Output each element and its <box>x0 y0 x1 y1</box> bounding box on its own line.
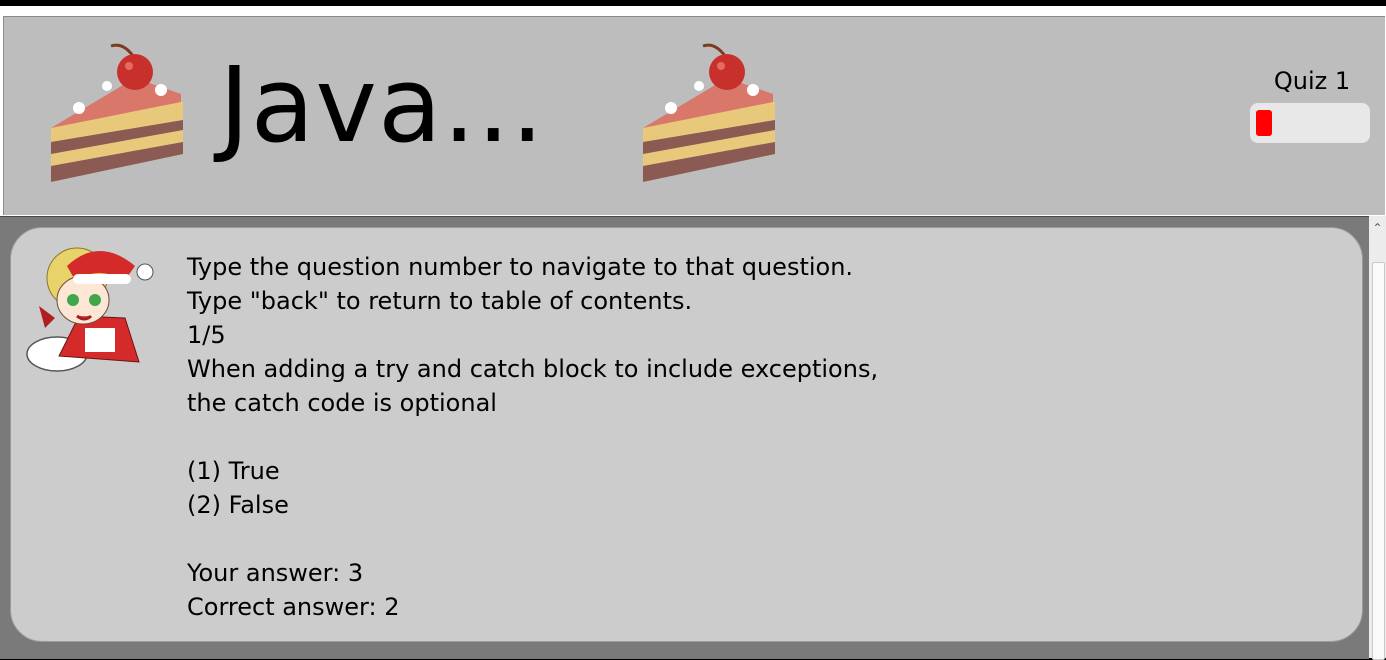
option-false: (2) False <box>187 491 289 519</box>
question-card: Type the question number to navigate to … <box>10 227 1363 642</box>
your-answer: Your answer: 3 <box>187 559 364 587</box>
header-panel: Java... Quiz 1 <box>3 16 1385 215</box>
progress-fill <box>1256 110 1272 136</box>
santa-character-avatar <box>26 247 154 372</box>
instruction-navigate: Type the question number to navigate to … <box>187 253 854 281</box>
cake-slice-icon <box>51 43 183 182</box>
scrollbar-thumb[interactable] <box>1372 262 1385 660</box>
vertical-scrollbar[interactable]: ⌃ <box>1369 216 1386 660</box>
quiz-progress-bar <box>1250 103 1370 143</box>
question-text: Type the question number to navigate to … <box>187 250 878 624</box>
chevron-up-icon[interactable]: ⌃ <box>1369 218 1386 238</box>
quiz-label: Quiz 1 <box>1273 67 1351 95</box>
question-line-1: When adding a try and catch block to inc… <box>187 355 879 383</box>
instruction-back: Type "back" to return to table of conten… <box>187 287 693 315</box>
cake-slice-icon <box>643 43 775 182</box>
page-title: Java... <box>219 44 545 166</box>
option-true: (1) True <box>187 457 280 485</box>
main-panel: Type the question number to navigate to … <box>0 216 1369 659</box>
correct-answer: Correct answer: 2 <box>187 593 400 621</box>
header: Java... Quiz 1 <box>0 6 1386 216</box>
question-counter: 1/5 <box>187 321 226 349</box>
question-line-2: the catch code is optional <box>187 389 497 417</box>
